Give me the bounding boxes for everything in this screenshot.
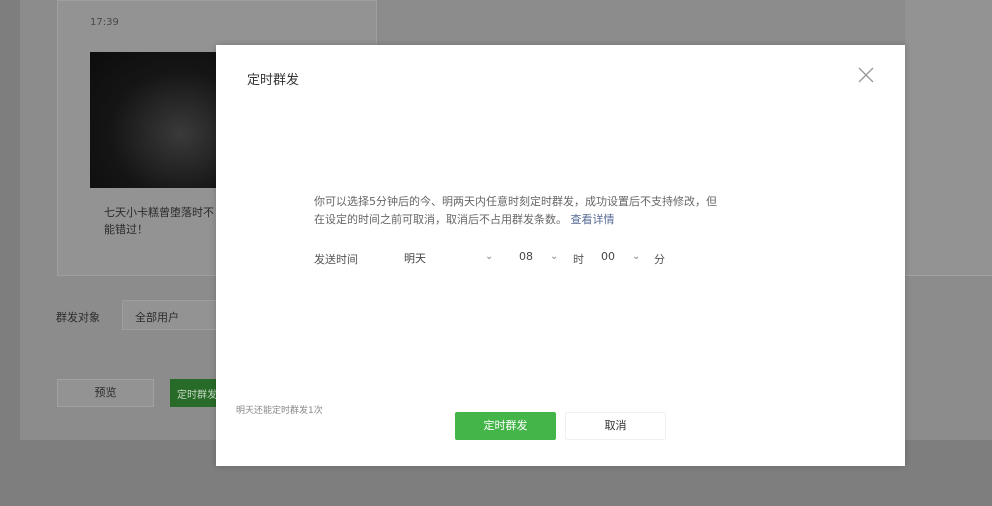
description-line-1: 你可以选择5分钟后的今、明两天内任意时刻定时群发，成功设置后不支持修改，但	[314, 195, 717, 208]
cancel-button[interactable]: 取消	[565, 412, 666, 440]
description-line-2-wrapper: 在设定的时间之前可取消，取消后不占用群发条数。 查看详情	[314, 211, 814, 229]
preview-button[interactable]: 预览	[57, 379, 154, 407]
dialog-title: 定时群发	[247, 73, 300, 88]
article-card-title: 七天小卡糕曾堕落时不能错过！	[104, 206, 214, 236]
description-line-2: 在设定的时间之前可取消，取消后不占用群发条数。	[314, 213, 567, 226]
detail-link[interactable]: 查看详情	[571, 213, 615, 226]
send-time-label: 发送时间	[314, 253, 358, 266]
schedule-dialog: 定时群发 你可以选择5分钟后的今、明两天内任意时刻定时群发，成功设置后不支持修改…	[216, 45, 905, 466]
confirm-schedule-button[interactable]: 定时群发	[455, 412, 556, 440]
background-right-strip	[905, 0, 992, 276]
day-chevron-down-icon[interactable]: ⌄	[485, 251, 493, 262]
minute-chevron-down-icon[interactable]: ⌄	[632, 251, 640, 262]
schedule-button-background[interactable]: 定时群发	[170, 379, 218, 407]
hour-unit-label: 时	[573, 253, 584, 266]
minute-unit-label: 分	[654, 253, 665, 266]
article-cover-image	[90, 52, 220, 188]
hour-chevron-down-icon[interactable]: ⌄	[550, 251, 558, 262]
dialog-description: 你可以选择5分钟后的今、明两天内任意时刻定时群发，成功设置后不支持修改，但 在设…	[314, 193, 814, 229]
article-card-time: 17:39	[90, 17, 119, 28]
close-icon[interactable]	[857, 66, 875, 84]
remaining-count-text: 明天还能定时群发1次	[236, 406, 323, 416]
target-label: 群发对象	[56, 311, 100, 324]
target-select[interactable]: 全部用户	[122, 300, 218, 330]
